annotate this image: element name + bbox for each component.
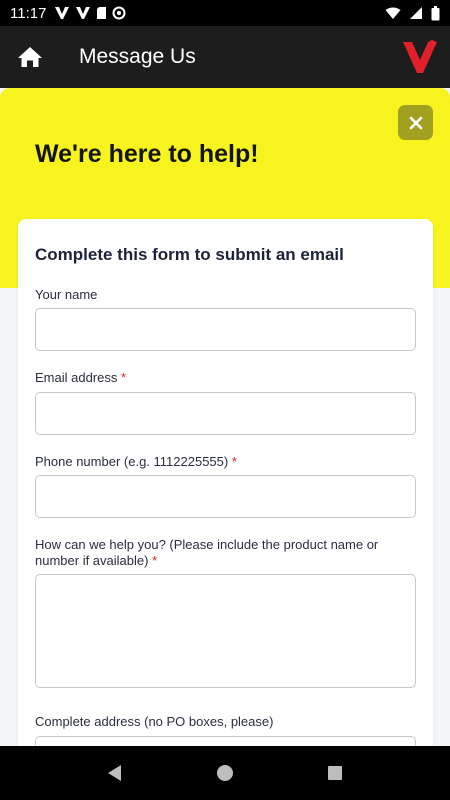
home-button[interactable]: [0, 26, 60, 88]
brand-v-logo-icon: [403, 40, 437, 73]
system-nav-bar: [0, 746, 450, 800]
phone-label-text: Phone number (e.g. 1112225555): [35, 454, 229, 469]
address-label: Complete address (no PO boxes, please): [35, 714, 405, 730]
help-label-text: How can we help you? (Please include the…: [35, 537, 379, 568]
help-textarea[interactable]: [35, 574, 416, 688]
recents-icon: [328, 766, 342, 780]
close-button[interactable]: [398, 105, 433, 140]
name-label: Your name: [35, 287, 405, 303]
status-time: 11:17: [10, 4, 47, 22]
sync-icon: [112, 6, 126, 20]
required-marker: *: [152, 553, 158, 568]
battery-icon: [431, 5, 440, 20]
required-marker: *: [231, 454, 237, 469]
required-marker: *: [121, 370, 127, 385]
help-label: How can we help you? (Please include the…: [35, 537, 405, 569]
phone-input[interactable]: [35, 475, 416, 518]
back-icon: [108, 765, 121, 781]
name-label-text: Your name: [35, 287, 98, 302]
email-label-text: Email address: [35, 370, 118, 385]
close-icon: [409, 116, 422, 129]
notification-icons: [54, 6, 126, 20]
home-circle-icon: [217, 765, 233, 781]
wifi-icon: [385, 7, 401, 19]
address-label-text: Complete address (no PO boxes, please): [35, 714, 274, 729]
form-heading: Complete this form to submit an email: [35, 245, 344, 264]
v-logo-icon: [55, 7, 70, 19]
v-logo-icon: [76, 7, 91, 19]
status-right: [385, 5, 440, 21]
home-icon: [18, 47, 42, 67]
home-nav-button[interactable]: [205, 753, 245, 793]
email-form-card: Complete this form to submit an email Yo…: [18, 219, 433, 779]
app-bar: Message Us: [0, 26, 450, 88]
status-left: 11:17: [10, 5, 126, 22]
recents-button[interactable]: [315, 753, 355, 793]
phone-label: Phone number (e.g. 1112225555) *: [35, 454, 405, 470]
sd-card-icon: [97, 7, 107, 19]
email-input[interactable]: [35, 392, 416, 435]
hero-title: We're here to help!: [35, 140, 259, 168]
status-bar: 11:17: [0, 0, 450, 26]
back-button[interactable]: [95, 753, 135, 793]
signal-icon: [410, 7, 422, 19]
page-title: Message Us: [79, 45, 196, 68]
name-input[interactable]: [35, 308, 416, 351]
email-label: Email address *: [35, 370, 405, 386]
